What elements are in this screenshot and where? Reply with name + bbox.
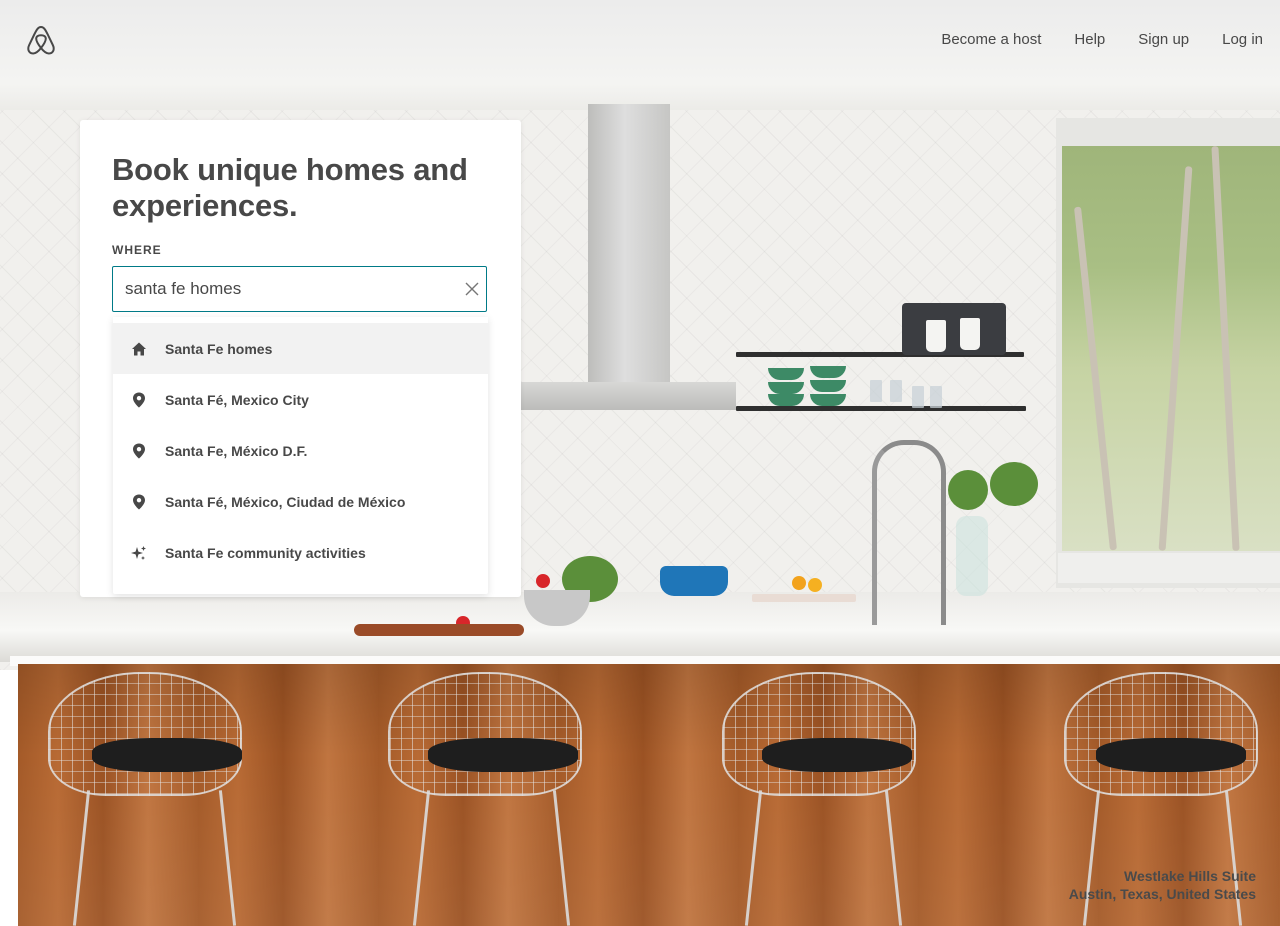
log-in-link[interactable]: Log in <box>1222 31 1263 49</box>
photo-credit-location: Austin, Texas, United States <box>1068 886 1256 902</box>
suggestion-item[interactable]: Santa Fé, Mexico City <box>113 374 488 425</box>
suggestion-label: Santa Fe homes <box>165 340 273 357</box>
suggestion-item[interactable]: Santa Fé, México, Ciudad de México <box>113 476 488 527</box>
sign-up-link[interactable]: Sign up <box>1138 31 1189 49</box>
top-nav: Become a host Help Sign up Log in <box>908 31 1263 49</box>
suggestion-label: Santa Fé, Mexico City <box>165 391 309 408</box>
page-title: Book unique homes and experiences. <box>112 152 468 223</box>
suggestion-item[interactable]: Santa Fe, México D.F. <box>113 425 488 476</box>
help-link[interactable]: Help <box>1074 31 1105 49</box>
where-input[interactable] <box>125 267 455 311</box>
location-pin-icon <box>131 392 147 408</box>
suggestion-item[interactable]: Santa Fe community activities <box>113 527 488 578</box>
where-field <box>112 266 487 312</box>
photo-credit-listing: Westlake Hills Suite <box>1123 868 1256 884</box>
photo-credit[interactable]: Westlake Hills Suite Austin, Texas, Unit… <box>1069 867 1256 903</box>
suggestion-label: Santa Fe community activities <box>165 544 366 561</box>
where-label: WHERE <box>112 243 162 257</box>
sparkle-icon <box>131 545 147 561</box>
location-pin-icon <box>131 443 147 459</box>
suggestion-item[interactable]: Santa Fe homes <box>113 323 488 374</box>
suggestion-label: Santa Fe, México D.F. <box>165 442 308 459</box>
autocomplete-dropdown: Santa Fe homes Santa Fé, Mexico City San… <box>113 317 488 594</box>
location-pin-icon <box>131 494 147 510</box>
become-a-host-link[interactable]: Become a host <box>941 31 1041 49</box>
airbnb-logo-icon[interactable] <box>26 24 56 56</box>
suggestion-label: Santa Fé, México, Ciudad de México <box>165 493 406 510</box>
close-icon[interactable] <box>463 280 481 298</box>
home-icon <box>131 341 147 357</box>
